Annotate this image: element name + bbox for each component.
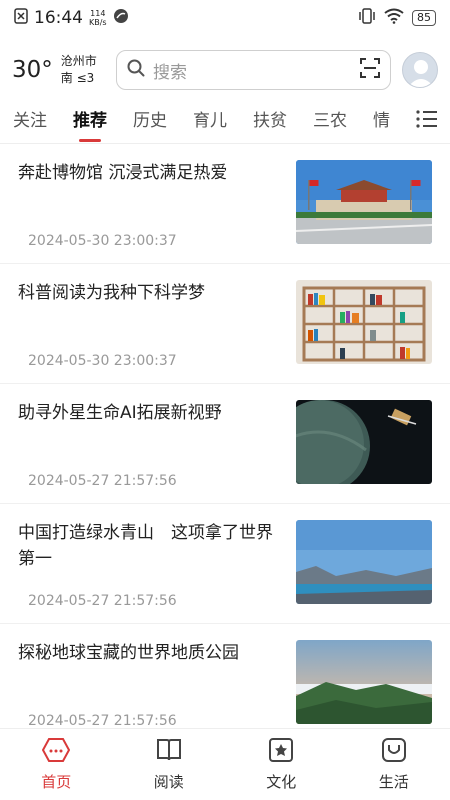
scan-icon[interactable] [360,58,380,82]
nav-label: 阅读 [153,773,184,791]
battery-indicator: 85 [412,10,436,26]
museum-photo [296,160,432,244]
status-bar: 16:44 114 KB/s 85 [0,0,450,36]
life-icon [381,737,407,767]
nav-culture[interactable]: 文化 [225,729,338,800]
home-icon [42,737,71,767]
tab-parenting[interactable]: 育儿 [180,98,240,144]
news-title: 科普阅读为我种下科学梦 [18,283,205,303]
geopark-photo [296,640,432,724]
nav-label: 首页 [41,773,72,791]
tab-poverty-relief[interactable]: 扶贫 [240,98,300,144]
tab-recommend[interactable]: 推荐 [60,98,120,144]
news-title: 奔赴博物馆 沉浸式满足热爱 [18,163,228,183]
status-time: 16:44 [34,8,83,28]
net-speed: 114 KB/s [89,9,107,27]
nav-home[interactable]: 首页 [0,729,113,800]
news-item[interactable]: 科普阅读为我种下科学梦 2024-05-30 23:00:37 [0,264,450,384]
lake-mountain-photo [296,520,432,604]
nav-reading[interactable]: 阅读 [113,729,226,800]
wifi-icon [384,8,404,29]
city-name: 沧州市 [60,54,97,68]
nav-label: 生活 [378,773,409,791]
news-date: 2024-05-27 21:57:56 [28,713,177,728]
nav-label: 文化 [266,773,297,791]
news-item[interactable]: 探秘地球宝藏的世界地质公园 2024-05-27 21:57:56 [0,624,450,728]
bottom-nav: 首页 阅读 文化 生活 [0,728,450,800]
news-title: 探秘地球宝藏的世界地质公园 [18,643,239,663]
tab-follow[interactable]: 关注 [0,98,60,144]
news-title: 助寻外星生命AI拓展新视野 [18,403,222,423]
tab-agriculture[interactable]: 三农 [300,98,360,144]
user-avatar[interactable] [402,52,438,88]
wind-level: 南 ≤3 [60,71,95,85]
search-icon [127,59,145,81]
book-icon [156,737,182,767]
temperature: 30° [12,57,53,83]
vibrate-icon [358,7,376,29]
news-item[interactable]: 中国打造绿水青山 这项拿了世界第一 2024-05-27 21:57:56 [0,504,450,624]
news-item[interactable]: 助寻外星生命AI拓展新视野 2024-05-27 21:57:56 [0,384,450,504]
tab-history[interactable]: 历史 [120,98,180,144]
search-box[interactable]: 搜索 [116,50,391,90]
news-feed: 奔赴博物馆 沉浸式满足热爱 2024-05-30 23:00:37 科普阅读为我种… [0,144,450,728]
culture-icon [268,737,294,767]
channel-menu-icon[interactable] [416,109,438,133]
top-header: 30° 沧州市 南 ≤3 搜索 [0,42,450,98]
category-tabs: 关注 推荐 历史 育儿 扶贫 三农 情 [0,98,450,144]
news-date: 2024-05-27 21:57:56 [28,593,177,609]
app-notification-icon [113,8,129,29]
news-title: 中国打造绿水青山 这项拿了世界第一 [18,523,273,569]
tab-more-partial[interactable]: 情 [360,98,403,144]
news-date: 2024-05-27 21:57:56 [28,473,177,489]
bookshelf-photo [296,280,432,364]
news-date: 2024-05-30 23:00:37 [28,233,177,249]
nav-life[interactable]: 生活 [338,729,450,800]
search-placeholder: 搜索 [153,62,187,83]
weather-widget[interactable]: 30° 沧州市 南 ≤3 [12,53,112,87]
news-item[interactable]: 奔赴博物馆 沉浸式满足热爱 2024-05-30 23:00:37 [0,144,450,264]
news-date: 2024-05-30 23:00:37 [28,353,177,369]
planet-photo [296,400,432,484]
notification-icon [14,7,28,29]
